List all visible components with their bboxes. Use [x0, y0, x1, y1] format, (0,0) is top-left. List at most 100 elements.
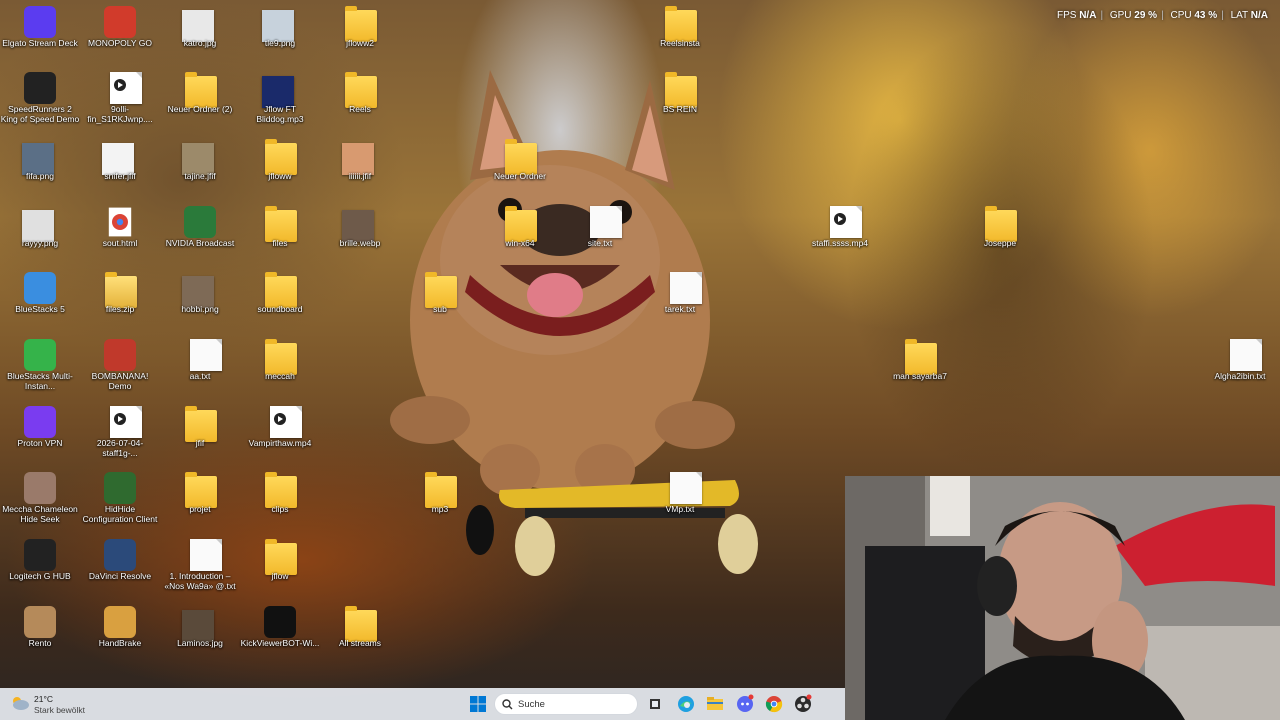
desktop-icon[interactable]: Logitech G HUB [0, 533, 80, 597]
desktop-icon-label: Proton VPN [17, 438, 63, 448]
desktop-icon-label: staffi.ssss.mp4 [811, 238, 869, 248]
desktop-icon[interactable]: KickViewerBOT-Wi... [240, 600, 320, 664]
desktop-icon[interactable]: tajine.jfif [160, 133, 240, 197]
desktop-icon[interactable]: meccah [240, 333, 320, 397]
fps-value: N/A [1079, 10, 1097, 21]
desktop-icon[interactable]: 1. Introduction – «Nos Wa9a» @.txt [160, 533, 240, 597]
app-icon [184, 206, 216, 238]
desktop-icon[interactable]: files.zip [80, 266, 160, 330]
desktop-icon[interactable]: BOMBANANA! Demo [80, 333, 160, 397]
taskbar-discord[interactable] [735, 694, 755, 714]
desktop-icon-label: fifa.png [26, 171, 54, 181]
desktop-icon[interactable]: Rento [0, 600, 80, 664]
desktop-icon[interactable]: Meccha Chameleon Hide Seek [0, 466, 80, 530]
desktop-icon-label: Laminos.jpg [177, 638, 223, 648]
desktop-icon[interactable]: 9olli-fin_S1RKJwnp.... [80, 66, 160, 130]
desktop-icon-label: files.zip [105, 304, 135, 314]
desktop-icon[interactable]: fifa.png [0, 133, 80, 197]
windows-start-icon [470, 696, 486, 712]
desktop-icon[interactable]: iiiiii.jfif [320, 133, 400, 197]
desktop-icon-label: Rento [28, 638, 52, 648]
desktop-icon-label: HidHide Configuration Client [82, 504, 158, 524]
taskbar-chrome[interactable] [764, 694, 784, 714]
desktop-icon-label: hobbi.png [181, 304, 219, 314]
taskbar-search-box[interactable]: Suche [494, 693, 638, 715]
desktop-icon[interactable]: Reels [320, 66, 400, 130]
desktop-icon[interactable]: rayyy.png [0, 200, 80, 264]
desktop-icon-label: DaVinci Resolve [88, 571, 152, 581]
desktop-icon[interactable]: Vampirthaw.mp4 [240, 400, 320, 464]
desktop-icon[interactable]: jflow [240, 533, 320, 597]
taskbar-obs[interactable] [793, 694, 813, 714]
desktop-icon[interactable]: snifer.jfif [80, 133, 160, 197]
task-view-icon [650, 699, 660, 709]
desktop-icon[interactable]: aa.txt [160, 333, 240, 397]
taskbar-file-explorer[interactable] [705, 694, 725, 714]
desktop-icon[interactable]: SpeedRunners 2 King of Speed Demo [0, 66, 80, 130]
desktop-icon[interactable]: VMp.txt [640, 466, 720, 530]
desktop-icon-label: Reels [349, 104, 371, 114]
desktop-icon[interactable]: Proton VPN [0, 400, 80, 464]
desktop-icon-label: Neuer Ordner [494, 171, 546, 181]
discord-icon [737, 694, 754, 712]
text-file-icon [590, 206, 622, 238]
desktop-icon[interactable]: Joseppe [960, 200, 1040, 264]
desktop-icon-label: Jflow FT Bliddog.mp3 [256, 104, 304, 124]
desktop-icon[interactable]: files [240, 200, 320, 264]
desktop-icon[interactable]: BlueStacks 5 [0, 266, 80, 330]
desktop-icon[interactable]: projet [160, 466, 240, 530]
video-file-icon [830, 206, 862, 238]
desktop-icon[interactable]: NVIDIA Broadcast [160, 200, 240, 264]
taskbar-edge[interactable] [676, 694, 696, 714]
file-explorer-icon [707, 697, 723, 710]
desktop-icon-label: brille.webp [339, 238, 381, 248]
desktop-icon[interactable]: Reelsinsta [640, 0, 720, 64]
taskbar: 21°C Stark bewölkt Suche [0, 688, 845, 720]
desktop-icon[interactable]: win-x64 [480, 200, 560, 264]
desktop-icon[interactable]: HandBrake [80, 600, 160, 664]
desktop-icon-label: BlueStacks 5 [15, 304, 65, 314]
desktop-icon[interactable]: BlueStacks Multi-Instan... [0, 333, 80, 397]
desktop-icon[interactable]: tarek.txt [640, 266, 720, 330]
desktop-icon[interactable]: Elgato Stream Deck [0, 0, 80, 64]
desktop-icon[interactable]: staffi.ssss.mp4 [800, 200, 880, 264]
desktop-icon-label: BOMBANANA! Demo [91, 371, 149, 391]
desktop-icon[interactable]: MONOPOLY GO [80, 0, 160, 64]
app-icon [104, 472, 136, 504]
desktop-icon[interactable]: DaVinci Resolve [80, 533, 160, 597]
desktop-icon[interactable]: Laminos.jpg [160, 600, 240, 664]
desktop-icon[interactable]: hobbi.png [160, 266, 240, 330]
desktop-icon-label: soundboard [257, 304, 303, 314]
desktop-icon[interactable]: site.txt [560, 200, 640, 264]
text-file-icon [670, 472, 702, 504]
desktop-icon[interactable]: soundboard [240, 266, 320, 330]
desktop-icon[interactable]: BS REIN [640, 66, 720, 130]
desktop-icon[interactable]: sub [400, 266, 480, 330]
start-button[interactable] [468, 694, 488, 714]
desktop-icon[interactable]: clips [240, 466, 320, 530]
desktop-icon-label: jflow [271, 571, 289, 581]
desktop-icon[interactable]: brille.webp [320, 200, 400, 264]
desktop-icon[interactable]: Neuer Ordner [480, 133, 560, 197]
desktop-icon-label: rayyy.png [21, 238, 59, 248]
desktop-icon[interactable]: sout.html [80, 200, 160, 264]
desktop-icon[interactable]: jfloww [240, 133, 320, 197]
desktop-icon[interactable]: tle9.png [240, 0, 320, 64]
desktop-icon[interactable]: HidHide Configuration Client [80, 466, 160, 530]
cpu-value: 43 % [1194, 10, 1218, 21]
desktop-icon-label: Reelsinsta [660, 38, 700, 48]
desktop-icon[interactable]: All streams [320, 600, 400, 664]
desktop-icon[interactable]: 2026-07-04-staff1g-... [80, 400, 160, 464]
desktop-icon-label: 9olli-fin_S1RKJwnp.... [87, 104, 153, 124]
desktop-icon[interactable]: Jflow FT Bliddog.mp3 [240, 66, 320, 130]
task-view-button[interactable] [645, 694, 665, 714]
desktop-icon[interactable]: man sayarba7 [880, 333, 960, 397]
desktop-icon[interactable]: Algha2ibin.txt [1200, 333, 1280, 397]
desktop-icon[interactable]: jfloww2 [320, 0, 400, 64]
desktop-icon[interactable]: Neuer Ordner (2) [160, 66, 240, 130]
desktop-icon[interactable]: jfif [160, 400, 240, 464]
search-icon [502, 699, 513, 710]
desktop-icon-label: BS REIN [662, 104, 697, 114]
desktop-icon[interactable]: mp3 [400, 466, 480, 530]
desktop-icon[interactable]: katro.jpg [160, 0, 240, 64]
